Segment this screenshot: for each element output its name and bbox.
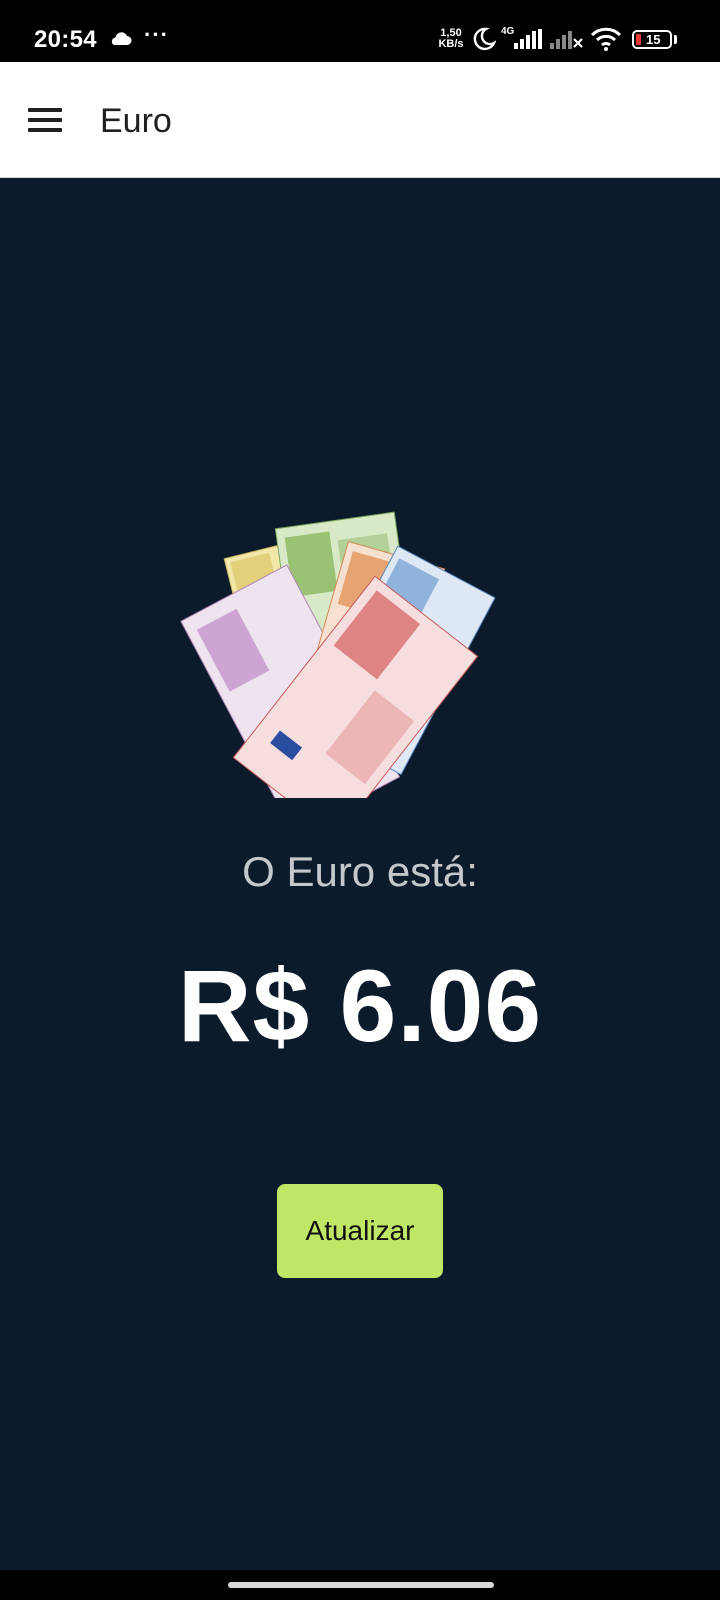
more-dots-icon: ···	[144, 22, 169, 47]
signal-icon	[514, 29, 542, 49]
cloud-icon	[111, 32, 132, 45]
euro-banknotes-image	[180, 511, 496, 798]
update-button[interactable]: Atualizar	[277, 1184, 443, 1278]
battery-icon: 15	[632, 30, 672, 49]
page-title: Euro	[100, 102, 172, 140]
status-time: 20:54	[34, 26, 97, 53]
navigation-bar	[0, 1570, 720, 1600]
wifi-icon	[590, 27, 622, 51]
hamburger-menu-icon[interactable]	[28, 108, 64, 132]
app-bar: Euro	[0, 62, 720, 178]
moon-icon	[473, 27, 496, 51]
rate-label: O Euro está:	[242, 848, 478, 895]
main-content: O Euro está: R$ 6.06 Atualizar	[0, 178, 720, 1568]
network-speed: 1,50 KB/s	[438, 27, 464, 50]
home-gesture-handle[interactable]	[228, 1582, 494, 1588]
battery-level: 15	[646, 32, 661, 47]
status-bar: 20:54 ··· 1,50 KB/s 4G 15	[0, 0, 720, 62]
network-type: 4G	[501, 26, 515, 37]
rate-value: R$ 6.06	[177, 949, 543, 1063]
signal-x-icon	[550, 31, 583, 49]
